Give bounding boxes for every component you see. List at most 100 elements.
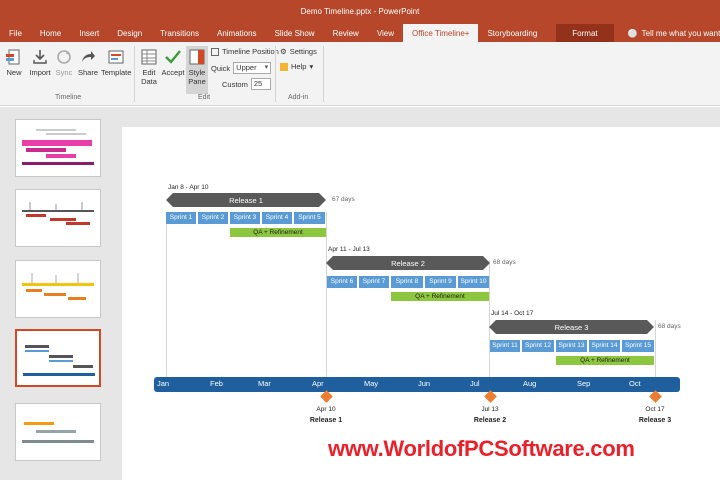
sprint-bar[interactable]: Sprint 2: [198, 212, 228, 224]
slide-thumbnail-3[interactable]: [15, 260, 101, 318]
tab-storyboarding[interactable]: Storyboarding: [478, 24, 546, 42]
timescale-axis[interactable]: Jan Feb Mar Apr May Jun Jul Aug Sep Oct: [154, 377, 680, 392]
thumbnail-preview: [22, 422, 94, 443]
sprint-bar[interactable]: Sprint 10: [458, 276, 489, 288]
quick-position-dropdown[interactable]: Upper: [233, 62, 272, 74]
sprint-bar[interactable]: Sprint 8: [391, 276, 423, 288]
month-label: Feb: [210, 379, 223, 388]
month-label: Jun: [418, 379, 431, 388]
release-duration: 68 days: [493, 259, 516, 266]
settings-label: Settings: [289, 47, 317, 56]
sprint-bar[interactable]: Sprint 3: [230, 212, 260, 224]
sprint-bar[interactable]: Sprint 5: [294, 212, 325, 224]
release-guide-line: [489, 260, 490, 377]
tell-me-text: Tell me what you want to do...: [641, 28, 720, 38]
sprint-bar[interactable]: Sprint 7: [359, 276, 389, 288]
month-label: Oct: [629, 379, 641, 388]
new-timeline-icon: [6, 49, 20, 65]
release-guide-line: [326, 212, 327, 377]
tab-format[interactable]: Format: [556, 24, 614, 42]
sprint-bar[interactable]: Sprint 12: [522, 340, 554, 352]
month-label: Apr: [312, 379, 324, 388]
tab-insert[interactable]: Insert: [70, 24, 108, 42]
lightbulb-icon: ⚪: [627, 28, 638, 38]
tab-home[interactable]: Home: [31, 24, 70, 42]
month-label: Mar: [258, 379, 271, 388]
tab-view[interactable]: View: [368, 24, 403, 42]
tab-animations[interactable]: Animations: [208, 24, 266, 42]
qa-refinement-bar[interactable]: QA + Refinement: [230, 228, 326, 237]
tab-slide-show[interactable]: Slide Show: [266, 24, 324, 42]
thumbnail-preview: [22, 273, 94, 300]
timeline-position-icon: [211, 47, 219, 56]
sprint-bar[interactable]: Sprint 15: [622, 340, 654, 352]
tab-transitions[interactable]: Transitions: [151, 24, 208, 42]
share-button[interactable]: Share: [77, 48, 99, 77]
table-icon: [141, 49, 157, 65]
slide-thumbnail-4[interactable]: [15, 329, 101, 387]
sprint-bar[interactable]: Sprint 6: [327, 276, 357, 288]
custom-position-row: Custom 25: [222, 78, 271, 90]
slide-thumbnail-2[interactable]: [15, 189, 101, 247]
ribbon-separator: [134, 46, 135, 102]
thumbnail-preview: [22, 202, 94, 225]
thumbnail-preview: [22, 129, 94, 165]
sprint-bar[interactable]: Sprint 4: [262, 212, 292, 224]
slide-thumbnail-5[interactable]: [15, 403, 101, 461]
milestone-name: Release 2: [473, 417, 507, 424]
tell-me-box[interactable]: ⚪ Tell me what you want to do...: [628, 24, 720, 42]
help-icon: [280, 62, 288, 71]
style-pane-icon: [189, 49, 205, 65]
custom-position-input[interactable]: 25: [250, 78, 271, 90]
sprint-bar[interactable]: Sprint 14: [589, 340, 620, 352]
template-button[interactable]: Template: [101, 48, 131, 77]
help-label: Help: [291, 62, 307, 71]
release-guide-line: [655, 320, 656, 377]
month-label: Sep: [577, 379, 591, 388]
release-duration: 67 days: [332, 196, 355, 203]
sprint-bar[interactable]: Sprint 1: [166, 212, 196, 224]
qa-refinement-bar[interactable]: QA + Refinement: [391, 292, 489, 301]
milestone-date: Oct 17: [645, 406, 665, 413]
share-label: Share: [77, 68, 98, 77]
gear-icon: ⚙: [280, 47, 287, 56]
sprint-bar[interactable]: Sprint 9: [425, 276, 456, 288]
qa-refinement-bar[interactable]: QA + Refinement: [556, 356, 654, 365]
sync-button[interactable]: Sync: [54, 48, 74, 77]
timeline-position-text: Timeline Position: [222, 47, 279, 56]
edit-data-label-1: Edit: [142, 68, 156, 77]
addin-group-label: Add-in: [288, 94, 309, 101]
slide-canvas[interactable]: [122, 127, 720, 480]
tab-review[interactable]: Review: [324, 24, 368, 42]
title-bar: Demo Timeline.pptx - PowerPoint File Hom…: [0, 0, 720, 42]
edit-data-button[interactable]: Edit Data: [138, 48, 160, 86]
new-button[interactable]: New: [4, 48, 24, 77]
release-date-range: Jul 14 - Oct 17: [491, 310, 534, 317]
quick-position-row: Quick Upper: [211, 62, 272, 74]
sprint-bar[interactable]: Sprint 13: [556, 340, 587, 352]
window-title: Demo Timeline.pptx - PowerPoint: [300, 7, 420, 16]
milestone-name: Release 3: [638, 417, 672, 424]
sprint-bar[interactable]: Sprint 11: [490, 340, 520, 352]
tab-file[interactable]: File: [0, 24, 31, 42]
release-duration: 68 days: [658, 323, 681, 330]
import-button[interactable]: Import: [27, 48, 53, 77]
settings-button[interactable]: ⚙ Settings: [280, 47, 317, 56]
sync-label: Sync: [55, 68, 73, 77]
share-icon: [82, 51, 95, 62]
style-pane-button[interactable]: Style Pane: [186, 46, 208, 94]
tab-design[interactable]: Design: [108, 24, 151, 42]
help-button[interactable]: Help ▾: [280, 62, 313, 71]
slide-thumbnail-1[interactable]: [15, 119, 101, 177]
release-name: Release 2: [391, 259, 425, 268]
tab-office-timeline[interactable]: Office Timeline+: [403, 24, 479, 42]
release-date-range: Jan 8 - Apr 10: [168, 184, 209, 191]
milestone-date: Apr 10: [316, 406, 336, 413]
month-label: Jan: [157, 379, 170, 388]
accept-button[interactable]: Accept: [161, 48, 185, 77]
release-guide-line: [166, 212, 167, 377]
edit-data-label-2: Data: [141, 77, 157, 86]
month-label: Jul: [470, 379, 480, 388]
accept-label: Accept: [161, 68, 185, 77]
slide-thumbnail-pane: [0, 107, 110, 480]
